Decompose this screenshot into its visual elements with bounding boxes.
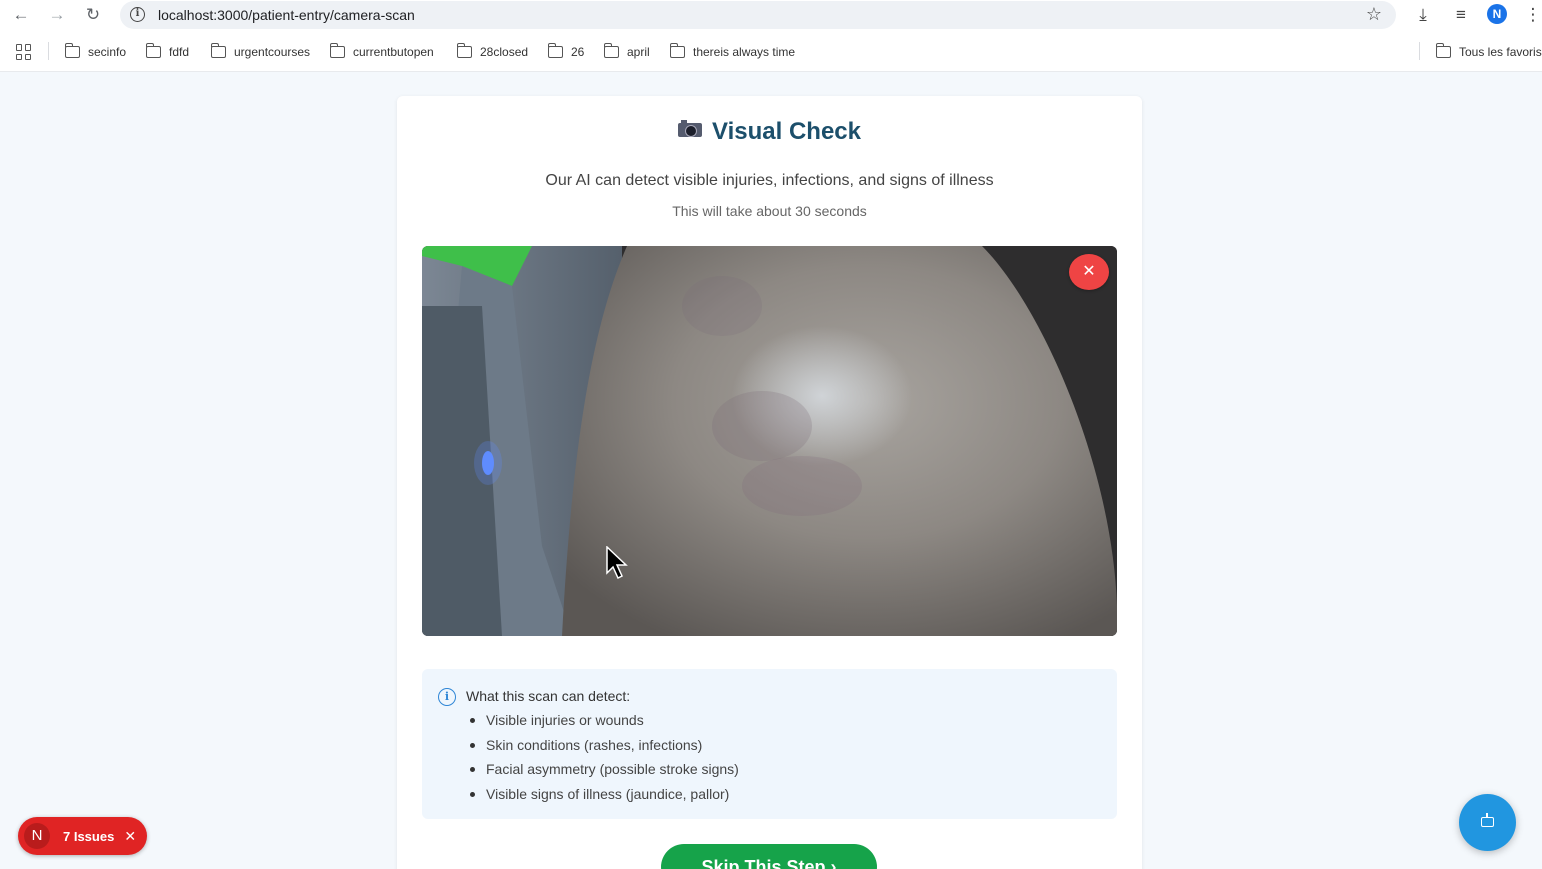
issues-badge[interactable]: N 7 Issues ✕ (18, 817, 147, 855)
page-title: Visual Check (397, 118, 1142, 146)
folder-icon (603, 43, 619, 58)
info-icon: i (438, 688, 456, 706)
media-queue-icon[interactable]: ≡ (1450, 4, 1472, 26)
folder-icon (329, 43, 345, 58)
reload-icon[interactable]: ↻ (82, 4, 104, 26)
duration-note: This will take about 30 seconds (672, 203, 867, 219)
more-menu-icon[interactable]: ⋮ (1522, 4, 1542, 26)
issues-avatar: N (24, 823, 50, 849)
bookmark-folder[interactable]: 26 (547, 43, 584, 61)
apps-grid-icon[interactable] (16, 44, 32, 60)
camera-icon (678, 120, 703, 137)
folder-icon (547, 43, 563, 58)
bookmark-folder[interactable]: currentbutopen (329, 43, 434, 61)
issues-count[interactable]: 7 Issues (63, 829, 114, 844)
assistant-button[interactable] (1459, 794, 1516, 851)
bookmark-folder[interactable]: secinfo (64, 43, 126, 61)
detection-info-panel: i What this scan can detect: Visible inj… (422, 669, 1117, 819)
list-item: Skin conditions (rashes, infections) (470, 736, 739, 761)
address-bar[interactable]: i localhost:3000/patient-entry/camera-sc… (120, 1, 1396, 29)
detection-list: Visible injuries or wounds Skin conditio… (470, 711, 739, 809)
folder-icon (669, 43, 685, 58)
camera-feed-image (422, 246, 1117, 636)
bookmark-star-icon[interactable]: ☆ (1366, 4, 1382, 25)
browser-toolbar: ← → ↻ i localhost:3000/patient-entry/cam… (0, 0, 1542, 30)
download-icon[interactable]: ⤓ (1412, 4, 1434, 26)
all-bookmarks-folder[interactable]: Tous les favoris (1435, 43, 1542, 61)
bookmark-folder[interactable]: 28closed (456, 43, 528, 61)
page-subtitle: Our AI can detect visible injuries, infe… (545, 172, 994, 189)
divider (48, 42, 49, 60)
close-icon[interactable]: ✕ (124, 828, 136, 845)
bookmarks-bar: secinfo fdfd urgentcourses currentbutope… (0, 30, 1542, 72)
folder-icon (456, 43, 472, 58)
list-item: Visible signs of illness (jaundice, pall… (470, 785, 739, 810)
forward-icon[interactable]: → (46, 4, 68, 26)
bookmark-folder[interactable]: urgentcourses (210, 43, 310, 61)
list-item: Facial asymmetry (possible stroke signs) (470, 760, 739, 785)
info-heading: What this scan can detect: (466, 688, 631, 704)
folder-icon (145, 43, 161, 58)
cursor-icon (606, 546, 628, 580)
visual-check-card: Visual Check Our AI can detect visible i… (397, 96, 1142, 869)
bookmark-folder[interactable]: fdfd (145, 43, 189, 61)
folder-icon (1435, 43, 1451, 58)
bookmark-folder[interactable]: april (603, 43, 650, 61)
robot-icon (1481, 813, 1494, 827)
back-icon[interactable]: ← (10, 4, 32, 26)
skip-step-button[interactable]: Skip This Step › (661, 844, 877, 869)
close-camera-button[interactable]: ✕ (1069, 254, 1109, 290)
list-item: Visible injuries or wounds (470, 711, 739, 736)
camera-preview[interactable] (422, 246, 1117, 636)
bookmark-folder[interactable]: thereis always time (669, 43, 795, 61)
folder-icon (210, 43, 226, 58)
url-text[interactable]: localhost:3000/patient-entry/camera-scan (158, 7, 415, 23)
divider (1419, 42, 1420, 60)
profile-avatar[interactable]: N (1487, 4, 1507, 24)
site-info-icon[interactable]: i (130, 7, 145, 22)
folder-icon (64, 43, 80, 58)
